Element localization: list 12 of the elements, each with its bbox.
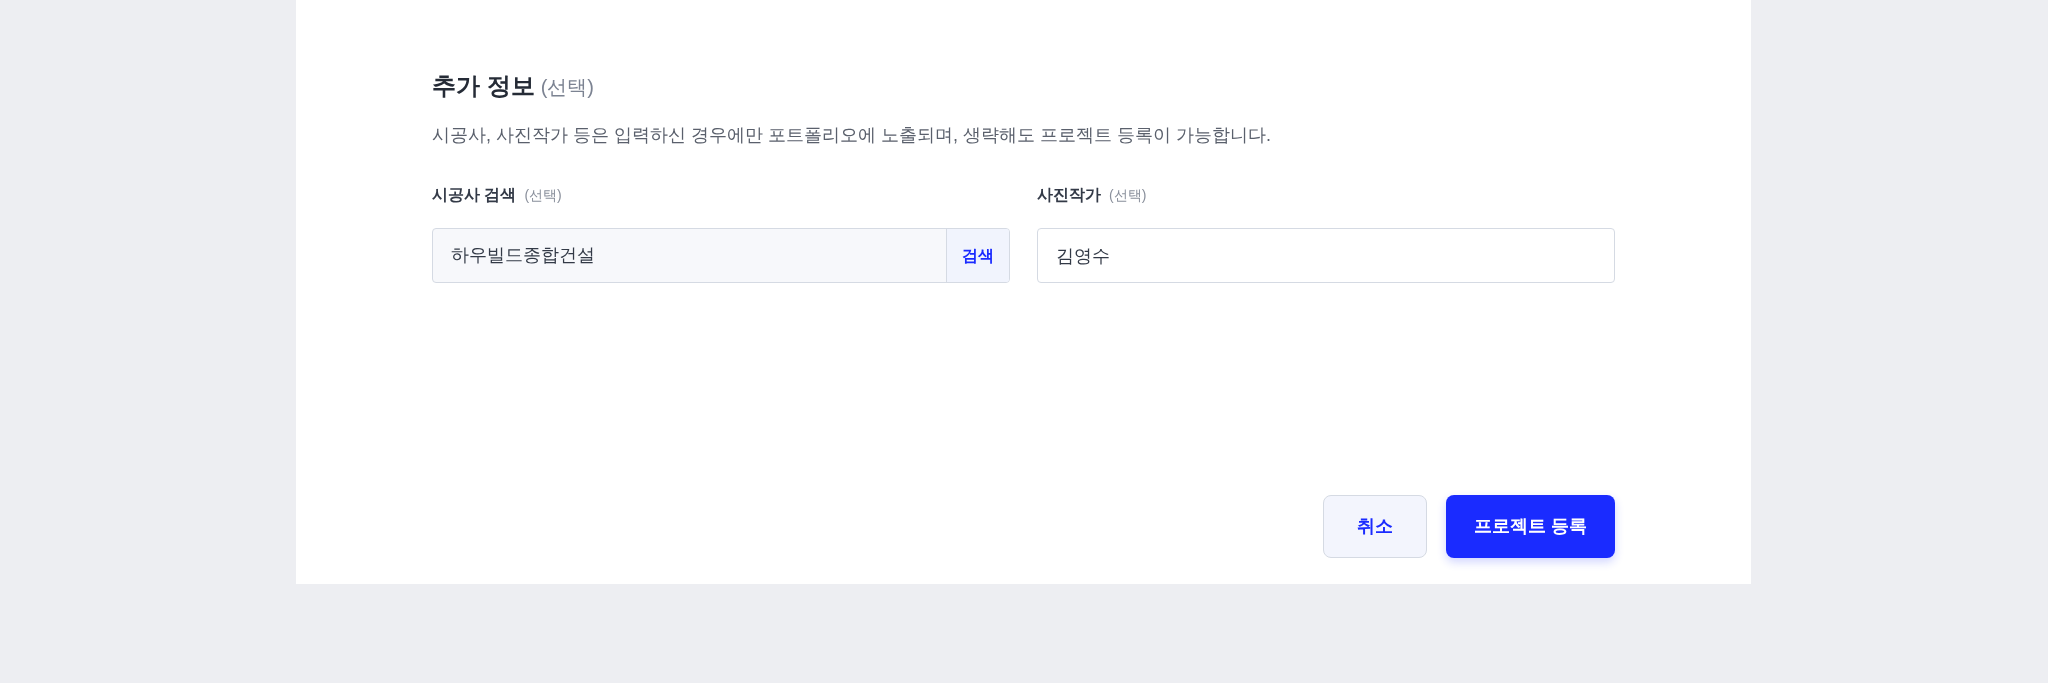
section-title: 추가 정보	[432, 71, 535, 101]
search-field[interactable]: 하우빌드종합건설 검색	[432, 228, 1010, 283]
cancel-button[interactable]: 취소	[1323, 495, 1427, 558]
field-label: 사진작가	[1037, 185, 1101, 205]
search-button[interactable]: 검색	[946, 229, 1009, 282]
section-description: 시공사, 사진작가 등은 입력하신 경우에만 포트폴리오에 노출되며, 생략해도 프로젝트 등록이 가능합니다.	[432, 124, 1272, 147]
optional-note: (선택)	[524, 186, 562, 205]
optional-note: (선택)	[1109, 186, 1147, 205]
field-label: 시공사 검색	[432, 185, 517, 205]
register-button[interactable]: 프로젝트 등록	[1446, 495, 1615, 558]
title-note: (선택)	[540, 75, 594, 100]
input-field[interactable]: 김영수	[1037, 228, 1615, 283]
